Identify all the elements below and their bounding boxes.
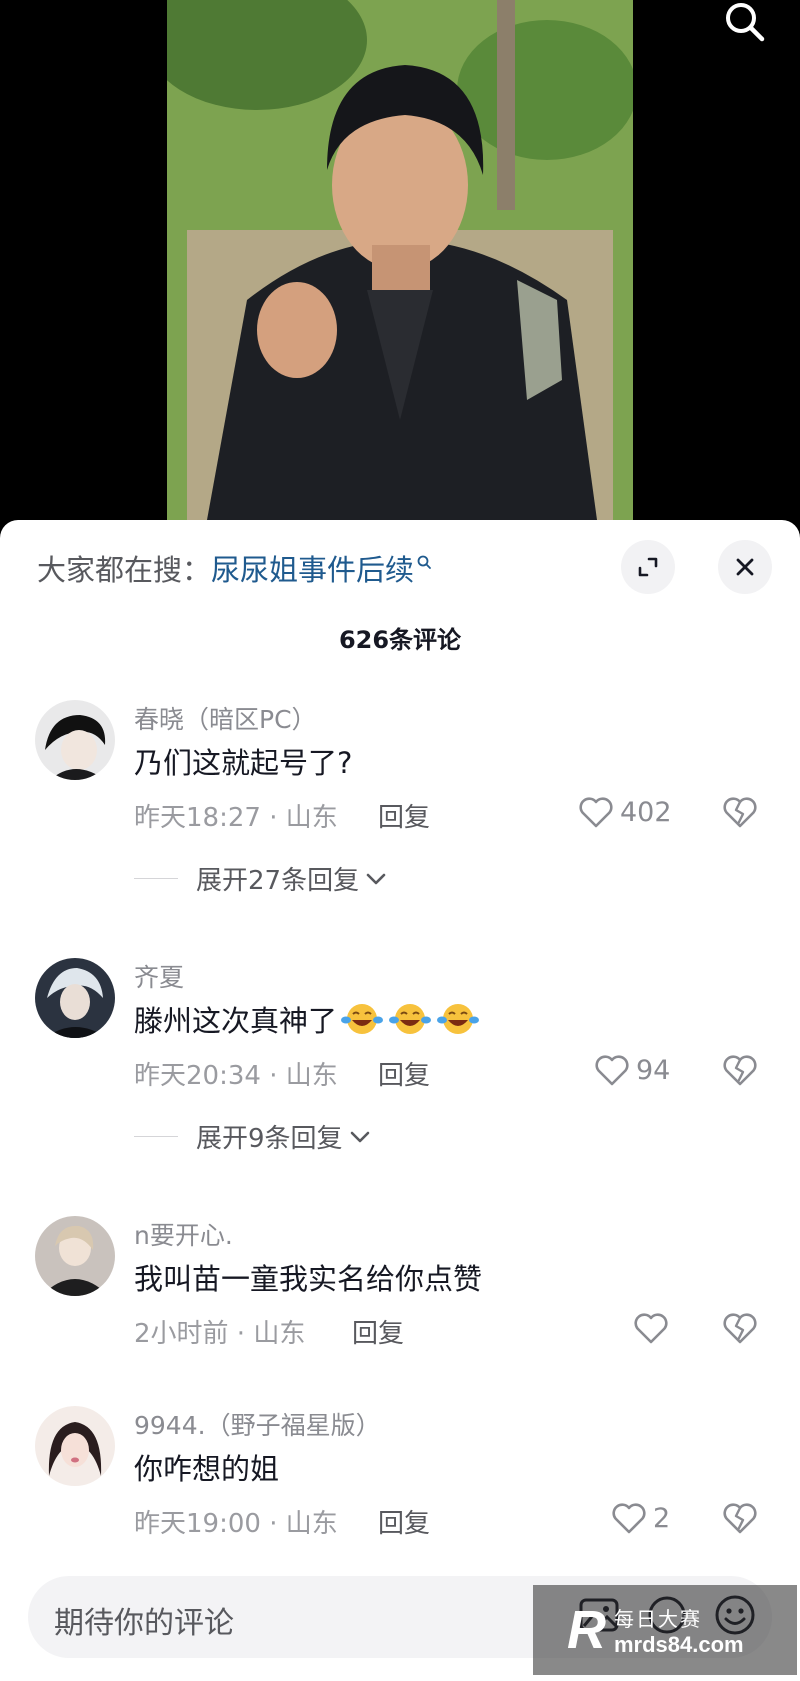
trending-search-prefix: 大家都在搜： bbox=[37, 553, 212, 587]
close-icon bbox=[736, 558, 754, 576]
like-count: 2 bbox=[653, 1502, 671, 1534]
comment-text: 乃们这就起号了? bbox=[134, 746, 353, 780]
video-frame[interactable] bbox=[167, 0, 633, 520]
comment-text: 我叫苗一童我实名给你点赞 bbox=[134, 1262, 483, 1296]
comment-time-location: 2小时前 · 山东 bbox=[134, 1319, 306, 1349]
like-count: 94 bbox=[636, 1054, 671, 1086]
dislike-button[interactable] bbox=[720, 1498, 760, 1538]
chevron-down-icon bbox=[350, 1131, 369, 1142]
broken-heart-icon bbox=[723, 1313, 757, 1344]
comment-text: 滕州这次真神了 bbox=[134, 998, 480, 1040]
expand-replies-button[interactable]: 展开9条回复 bbox=[134, 1118, 373, 1155]
trending-search-keyword[interactable]: 尿尿姐事件后续 bbox=[211, 547, 414, 589]
like-count: 402 bbox=[620, 796, 672, 828]
tears-of-joy-emoji bbox=[437, 1004, 480, 1034]
username[interactable]: n要开心. bbox=[134, 1216, 233, 1252]
avatar[interactable] bbox=[35, 958, 115, 1038]
small-search-icon bbox=[417, 555, 431, 569]
dislike-button[interactable] bbox=[720, 1050, 760, 1090]
like-button[interactable]: 402 bbox=[578, 792, 672, 832]
chevron-down-icon bbox=[366, 873, 386, 884]
avatar-image bbox=[35, 700, 115, 780]
search-button[interactable] bbox=[718, 0, 772, 44]
tears-of-joy-emoji bbox=[389, 1004, 432, 1034]
trending-search[interactable]: 大家都在搜： 尿尿姐事件后续 bbox=[37, 548, 432, 588]
comment-time-location: 昨天18:27 · 山东 bbox=[134, 803, 338, 833]
close-sheet-button[interactable] bbox=[718, 540, 772, 594]
heart-icon bbox=[612, 1503, 646, 1534]
avatar[interactable] bbox=[35, 1406, 115, 1486]
reply-button[interactable]: 回复 bbox=[378, 1055, 430, 1092]
video-still-image bbox=[167, 0, 633, 520]
comment-time-location: 昨天19:00 · 山东 bbox=[134, 1509, 338, 1539]
heart-icon bbox=[579, 797, 613, 828]
tears-of-joy-emoji bbox=[341, 1004, 384, 1034]
video-player[interactable] bbox=[0, 0, 800, 540]
expand-replies-button[interactable]: 展开27条回复 bbox=[134, 860, 389, 897]
watermark-logo: R bbox=[567, 1600, 606, 1660]
watermark-title: 每日大赛 bbox=[614, 1606, 702, 1631]
dislike-button[interactable] bbox=[720, 1308, 760, 1348]
comment-time-location: 昨天20:34 · 山东 bbox=[134, 1061, 338, 1091]
expand-replies-label: 展开9条回复 bbox=[196, 1124, 343, 1154]
avatar[interactable] bbox=[35, 700, 115, 780]
broken-heart-icon bbox=[723, 1055, 757, 1086]
reply-button[interactable]: 回复 bbox=[378, 797, 430, 834]
expand-sheet-button[interactable] bbox=[621, 540, 675, 594]
watermark-text: 每日大赛 mrds84.com bbox=[614, 1603, 744, 1658]
heart-icon bbox=[595, 1055, 629, 1086]
dislike-button[interactable] bbox=[720, 792, 760, 832]
broken-heart-icon bbox=[723, 1503, 757, 1534]
avatar-image bbox=[35, 1216, 115, 1296]
watermark: R 每日大赛 mrds84.com bbox=[533, 1585, 797, 1675]
comment-count: 626条评论 bbox=[338, 626, 462, 654]
username[interactable]: 春晓（暗区PC） bbox=[134, 700, 317, 736]
comment-input-placeholder: 期待你的评论 bbox=[54, 1606, 234, 1641]
avatar-image bbox=[35, 1406, 115, 1486]
comment-sheet: 大家都在搜： 尿尿姐事件后续 626条评论 春晓（暗区PC） 乃们这就起号了? … bbox=[0, 520, 800, 1681]
reply-button[interactable]: 回复 bbox=[378, 1503, 430, 1540]
divider-line bbox=[134, 1136, 178, 1137]
comment-text: 你咋想的姐 bbox=[134, 1452, 280, 1486]
like-button[interactable]: 2 bbox=[611, 1498, 670, 1538]
heart-icon bbox=[634, 1313, 668, 1344]
expand-icon bbox=[638, 557, 658, 577]
comment-text-body: 滕州这次真神了 bbox=[134, 1004, 338, 1038]
divider-line bbox=[134, 878, 178, 879]
like-button[interactable]: 94 bbox=[594, 1050, 670, 1090]
avatar-image bbox=[35, 958, 115, 1038]
watermark-url: mrds84.com bbox=[614, 1631, 744, 1657]
username[interactable]: 齐夏 bbox=[134, 958, 184, 994]
search-icon bbox=[726, 3, 765, 42]
avatar[interactable] bbox=[35, 1216, 115, 1296]
like-button[interactable] bbox=[633, 1308, 675, 1348]
expand-replies-label: 展开27条回复 bbox=[196, 866, 360, 896]
reply-button[interactable]: 回复 bbox=[352, 1313, 404, 1350]
broken-heart-icon bbox=[723, 797, 757, 828]
username[interactable]: 9944.（野子福星版） bbox=[134, 1406, 381, 1442]
